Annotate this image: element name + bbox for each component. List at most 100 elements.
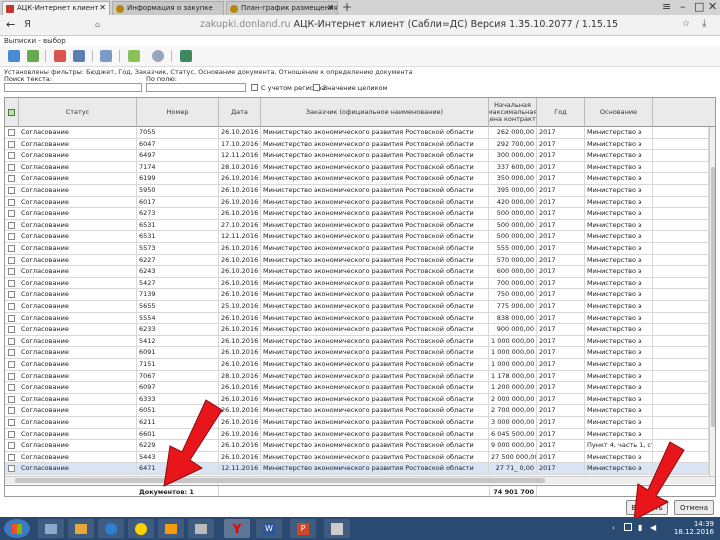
column-header-status[interactable]: Статус [19,98,137,127]
row-checkbox[interactable] [8,407,15,415]
horizontal-scrollbar[interactable] [5,476,715,484]
row-checkbox[interactable] [8,326,15,334]
close-window-icon[interactable]: ✕ [708,0,717,13]
case-checkbox[interactable] [251,84,258,91]
table-row[interactable]: Согласование 5655 25.10.2016 Министерство э… [5,301,715,313]
table-row[interactable]: Согласование 6601 26.10.2016 Министерство э… [5,428,715,441]
address-field[interactable]: zakupki.donland.ru АЦК-Интернет клиент (… [200,19,618,30]
funnel-icon[interactable] [100,50,112,62]
row-checkbox[interactable] [8,453,15,461]
row-checkbox[interactable] [8,349,15,357]
refresh-icon[interactable] [8,50,20,62]
browser-tab-2[interactable]: Информация о закупке [112,1,224,15]
scroll-thumb[interactable] [15,478,545,483]
row-checkbox[interactable] [8,210,15,218]
table-row[interactable]: Согласование 6333 26.10.2016 Министерство э… [5,393,715,406]
table-row[interactable]: Согласование 6229 26.10.2016 Министерство э… [5,440,715,452]
close-tab-icon[interactable]: ✕ [99,3,106,12]
row-checkbox[interactable] [8,233,15,241]
table-row[interactable]: Согласование 5950 26.10.2016 Министерство э… [5,185,715,197]
column-header-customer[interactable]: Заказчик (официальное наименование) [261,98,489,127]
table-row[interactable]: Согласование 6097 26.10.2016 Министерство э… [5,382,715,394]
row-checkbox[interactable] [8,268,15,276]
table-row[interactable]: Согласование 6199 26.10.2016 Министерство э… [5,173,715,185]
taskbar-app[interactable] [188,519,214,538]
table-row[interactable]: Согласование 6233 26.10.2016 Министерство э… [5,324,715,336]
bookmark-icon[interactable]: ☆ [682,19,690,29]
row-checkbox[interactable] [8,419,15,426]
column-header-year[interactable]: Год [537,98,585,127]
column-header-date[interactable]: Дата [219,98,261,127]
flag-icon[interactable] [624,523,632,531]
table-row[interactable]: Согласование 7139 26.10.2016 Министерство э… [5,289,715,301]
scroll-thumb[interactable] [711,167,715,427]
table-row[interactable]: Согласование 6497 12.11.2016 Министерство э… [5,150,715,162]
row-checkbox[interactable] [8,129,15,136]
table-row[interactable]: Согласование 6531 12.11.2016 Министерство э… [5,231,715,243]
table-row[interactable]: Согласование 6227 26.10.2016 Министерство э… [5,254,715,267]
table-row[interactable]: Согласование 6243 26.10.2016 Министерство э… [5,266,715,278]
row-checkbox[interactable] [8,175,15,183]
row-checkbox[interactable] [8,291,15,299]
column-header-basis[interactable]: Основание [585,98,653,127]
exact-checkbox[interactable] [313,84,320,91]
row-checkbox[interactable] [8,152,15,160]
settings-icon[interactable] [152,50,164,62]
filter-icon[interactable] [73,50,85,62]
back-icon[interactable]: ← [6,18,15,31]
table-row[interactable]: Согласование 6471 12.11.2016 Министерство э… [5,463,715,475]
browser-tab-active[interactable]: АЦК-Интернет клиент ✕ [2,1,110,15]
search-input[interactable] [4,83,142,92]
taskbar-app-yandex[interactable]: Y [224,519,250,538]
row-checkbox[interactable] [8,430,15,438]
table-row[interactable]: Согласование 7067 28.10.2016 Министерство э… [5,370,715,383]
table-row[interactable]: Согласование 5412 26.10.2016 Министерство э… [5,335,715,348]
row-checkbox[interactable] [8,337,15,345]
vertical-scrollbar[interactable] [709,127,715,476]
minimize-icon[interactable]: – [680,0,686,13]
row-checkbox[interactable] [8,314,15,322]
filter-clear-icon[interactable] [54,50,66,62]
edit-icon[interactable] [27,50,39,62]
row-checkbox[interactable] [8,361,15,368]
start-button[interactable] [4,519,30,538]
taskbar-app[interactable] [158,519,184,538]
download-icon[interactable]: ⤓ [702,18,706,29]
table-row[interactable]: Согласование 5427 26.10.2016 Министерство э… [5,277,715,290]
table-row[interactable]: Согласование 7151 26.10.2016 Министерство э… [5,359,715,371]
close-tab-icon[interactable]: ✕ [327,3,334,12]
row-checkbox[interactable] [8,384,15,392]
table-row[interactable]: Согласование 5573 26.10.2016 Министерство э… [5,243,715,255]
taskbar-app[interactable] [38,519,64,538]
row-checkbox[interactable] [8,372,15,380]
volume-icon[interactable]: ◀ [650,523,656,532]
menu-icon[interactable]: ≡ [662,0,671,13]
row-checkbox[interactable] [8,442,15,450]
row-checkbox[interactable] [8,256,15,264]
table-row[interactable]: Согласование 6017 26.10.2016 Министерство э… [5,196,715,209]
browser-tab-3[interactable]: План-график размещения ✕ [226,1,338,15]
table-row[interactable]: Согласование 6273 26.10.2016 Министерство э… [5,208,715,220]
network-icon[interactable]: ▮ [638,523,642,532]
new-tab-icon[interactable]: + [342,0,352,14]
row-checkbox[interactable] [8,465,15,473]
row-checkbox[interactable] [8,198,15,206]
row-checkbox[interactable] [8,140,15,148]
table-row[interactable]: Согласование 6211 26.10.2016 Министерство э… [5,417,715,429]
maximize-icon[interactable]: □ [694,0,704,13]
table-row[interactable]: Согласование 6051 26.10.2016 Министерство э… [5,405,715,417]
table-row[interactable]: Согласование 6091 26.10.2016 Министерство э… [5,347,715,359]
table-row[interactable]: Согласование 5554 26.10.2016 Министерство э… [5,312,715,325]
select-all-checkbox[interactable] [8,109,15,116]
table-row[interactable]: Согласование 6531 27.10.2016 Министерство э… [5,219,715,232]
search-field-select[interactable] [146,83,246,92]
taskbar-app[interactable] [128,519,154,538]
column-header-price[interactable]: Начальная (максимальная) цена контракта [489,98,537,127]
tray-expand-icon[interactable]: ‹ [612,524,615,532]
tree-icon[interactable] [128,50,140,62]
row-checkbox[interactable] [8,303,15,310]
table-row[interactable]: Согласование 6047 17.10.2016 Министерство э… [5,138,715,151]
column-header-number[interactable]: Номер [137,98,219,127]
export-icon[interactable] [180,50,192,62]
taskbar-app[interactable] [68,519,94,538]
